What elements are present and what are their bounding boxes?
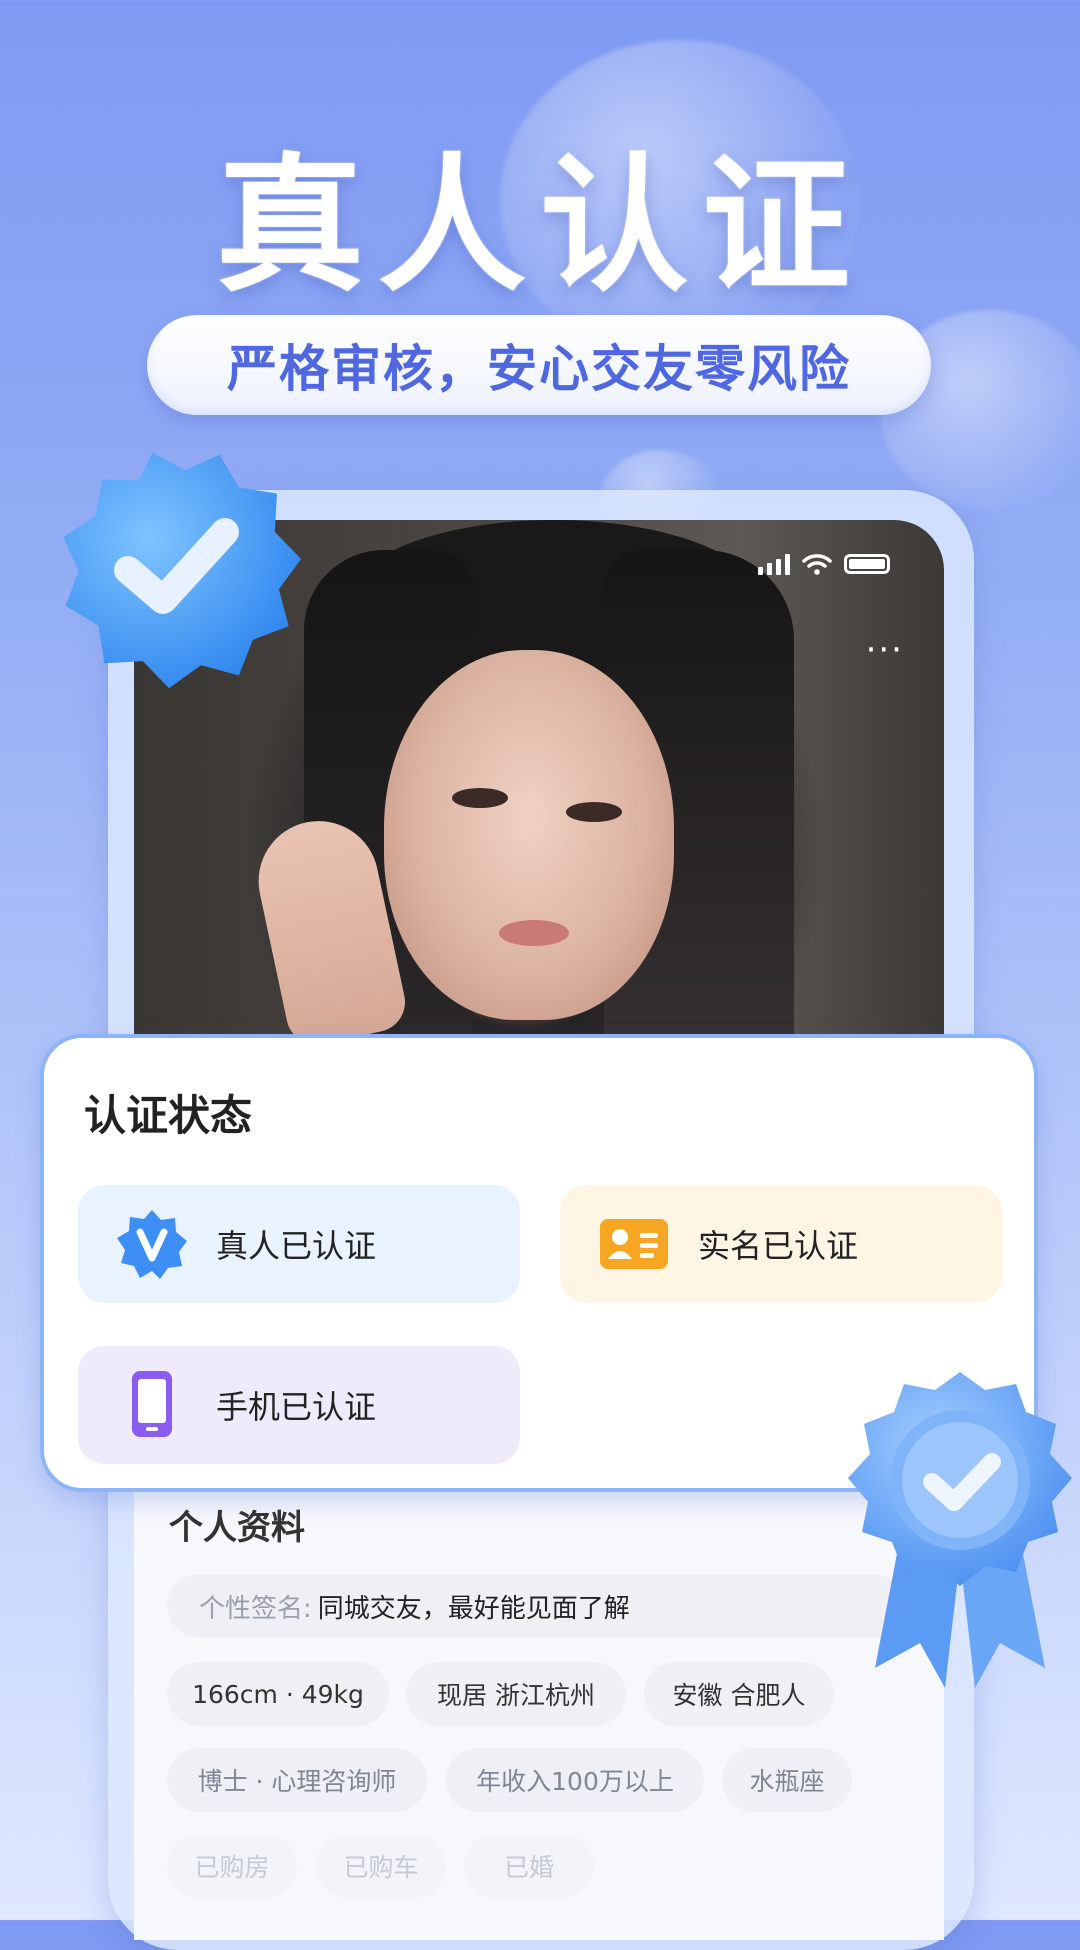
- cert-label: 真人已认证: [216, 1227, 377, 1265]
- profile-title: 个人资料: [169, 1508, 305, 1548]
- hero-title: 真人认证: [216, 140, 864, 312]
- subtitle-pill: 严格审核，安心交友零风险: [147, 315, 931, 415]
- battery-icon: [844, 554, 890, 574]
- photo-face: [384, 650, 674, 1020]
- profile-tag: 现居 浙江杭州: [406, 1662, 626, 1726]
- verified-badge-icon: [63, 452, 302, 689]
- rosette-award-icon: [848, 1372, 1072, 1688]
- profile-tag: 安徽 合肥人: [644, 1662, 834, 1726]
- id-card-icon: [598, 1208, 670, 1280]
- profile-tag: 水瓶座: [722, 1748, 852, 1812]
- signal-icon: [758, 553, 790, 575]
- profile-tag: 已购车: [316, 1834, 446, 1898]
- photo-eye: [452, 788, 508, 808]
- cert-label: 实名已认证: [698, 1227, 859, 1265]
- profile-tag: 已购房: [167, 1834, 297, 1898]
- phone-icon: [116, 1369, 188, 1441]
- verified-v-badge-icon: [116, 1208, 188, 1280]
- profile-tag: 年收入100万以上: [446, 1748, 704, 1812]
- signature-value: 同城交友，最好能见面了解: [317, 1593, 630, 1624]
- profile-tag: 已婚: [464, 1834, 594, 1898]
- profile-tag: 166cm · 49kg: [167, 1662, 389, 1726]
- card-title: 认证状态: [84, 1091, 253, 1140]
- status-bar: [758, 553, 890, 575]
- cert-real-person[interactable]: 真人已认证: [78, 1185, 520, 1303]
- cert-label: 手机已认证: [216, 1388, 377, 1426]
- signature-key: 个性签名:: [199, 1593, 312, 1624]
- subtitle-text: 严格审核，安心交友零风险: [227, 340, 851, 398]
- cert-phone[interactable]: 手机已认证: [78, 1346, 520, 1464]
- signature-row: 个性签名: 同城交友，最好能见面了解: [167, 1575, 907, 1637]
- profile-tag: 博士 · 心理咨询师: [167, 1748, 427, 1812]
- photo-lips: [499, 920, 569, 946]
- photo-eye: [566, 802, 622, 822]
- more-options-icon[interactable]: ···: [866, 633, 904, 667]
- wifi-icon: [802, 554, 832, 575]
- cert-real-name[interactable]: 实名已认证: [560, 1185, 1002, 1303]
